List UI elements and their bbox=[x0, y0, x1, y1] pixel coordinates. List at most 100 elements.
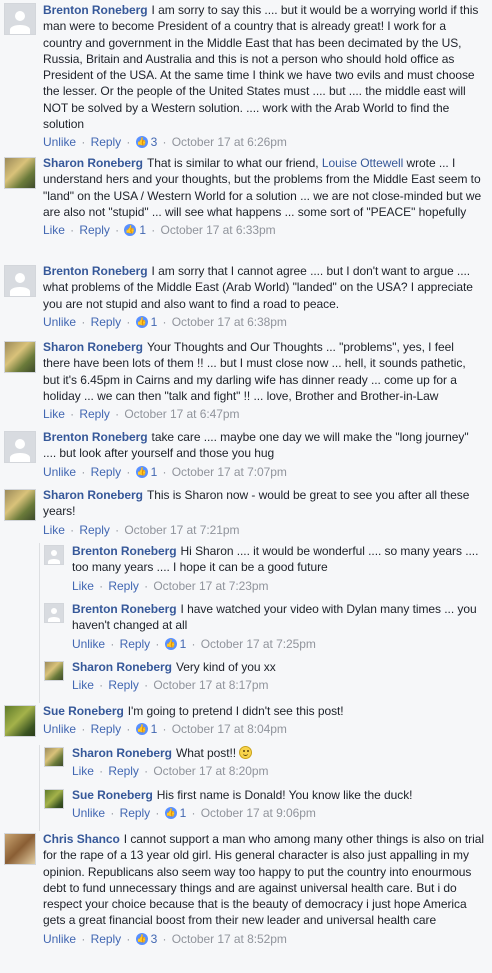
like-count-value: 3 bbox=[150, 135, 158, 150]
reply-button[interactable]: Reply bbox=[108, 678, 138, 692]
avatar[interactable] bbox=[4, 705, 36, 737]
comment-meta: Like · Reply · October 17 at 8:20pm bbox=[72, 763, 484, 779]
comment-author[interactable]: Brenton Roneberg bbox=[43, 3, 148, 17]
comment-timestamp[interactable]: October 17 at 8:20pm bbox=[153, 764, 268, 778]
avatar[interactable] bbox=[44, 661, 64, 681]
reply-button[interactable]: Reply bbox=[108, 764, 138, 778]
separator: · bbox=[151, 223, 156, 238]
separator: · bbox=[81, 931, 86, 946]
comment-author[interactable]: Chris Shanco bbox=[43, 832, 120, 846]
comment-author[interactable]: Brenton Roneberg bbox=[72, 544, 177, 558]
like-button[interactable]: Like bbox=[43, 223, 65, 237]
avatar[interactable] bbox=[44, 789, 64, 809]
comment-timestamp[interactable]: October 17 at 7:21pm bbox=[124, 523, 239, 537]
separator: · bbox=[115, 223, 120, 238]
avatar[interactable] bbox=[44, 603, 64, 623]
separator: · bbox=[162, 314, 167, 329]
comment-author[interactable]: Brenton Roneberg bbox=[43, 430, 148, 444]
unlike-button[interactable]: Unlike bbox=[72, 637, 105, 651]
reply-button[interactable]: Reply bbox=[79, 523, 109, 537]
reply-button[interactable]: Reply bbox=[91, 315, 121, 329]
comment-timestamp[interactable]: October 17 at 6:38pm bbox=[172, 315, 287, 329]
unlike-button[interactable]: Unlike bbox=[43, 722, 76, 736]
like-button[interactable]: Like bbox=[43, 407, 65, 421]
reply-button[interactable]: Reply bbox=[91, 465, 121, 479]
avatar[interactable] bbox=[4, 157, 36, 189]
comment-author[interactable]: Brenton Roneberg bbox=[43, 264, 148, 278]
comment-timestamp[interactable]: October 17 at 9:06pm bbox=[201, 806, 316, 820]
like-count-value: 1 bbox=[139, 223, 146, 238]
reply-button[interactable]: Reply bbox=[120, 806, 150, 820]
separator: · bbox=[115, 522, 120, 537]
separator: · bbox=[99, 678, 104, 693]
avatar[interactable] bbox=[44, 545, 64, 565]
avatar[interactable] bbox=[44, 747, 64, 767]
comment-body: Sharon Roneberg Your Thoughts and Our Tho… bbox=[43, 339, 484, 422]
like-count[interactable]: 1 bbox=[164, 637, 186, 651]
separator: · bbox=[99, 764, 104, 779]
comment-timestamp[interactable]: October 17 at 7:23pm bbox=[153, 579, 268, 593]
reply-button[interactable]: Reply bbox=[79, 223, 109, 237]
comment-author[interactable]: Sharon Roneberg bbox=[43, 340, 143, 354]
like-count[interactable]: 1 bbox=[135, 315, 157, 329]
comment-author[interactable]: Sue Roneberg bbox=[72, 788, 153, 802]
separator: · bbox=[162, 931, 167, 946]
comment-timestamp[interactable]: October 17 at 8:04pm bbox=[172, 722, 287, 736]
comment-author[interactable]: Sharon Roneberg bbox=[72, 746, 172, 760]
unlike-button[interactable]: Unlike bbox=[43, 932, 76, 946]
comment-timestamp[interactable]: October 17 at 8:17pm bbox=[153, 678, 268, 692]
reply-button[interactable]: Reply bbox=[91, 135, 121, 149]
avatar[interactable] bbox=[4, 489, 36, 521]
unlike-button[interactable]: Unlike bbox=[43, 315, 76, 329]
like-count[interactable]: 1 bbox=[135, 465, 157, 479]
comment-meta: Like · Reply · October 17 at 6:47pm bbox=[43, 406, 484, 422]
comment-timestamp[interactable]: October 17 at 8:52pm bbox=[172, 932, 287, 946]
like-button[interactable]: Like bbox=[72, 764, 94, 778]
reply-button[interactable]: Reply bbox=[120, 637, 150, 651]
reply-button[interactable]: Reply bbox=[91, 932, 121, 946]
avatar[interactable] bbox=[4, 431, 36, 463]
comment-author[interactable]: Brenton Roneberg bbox=[72, 602, 177, 616]
comment-author[interactable]: Sharon Roneberg bbox=[43, 488, 143, 502]
comment-author[interactable]: Sue Roneberg bbox=[43, 704, 124, 718]
separator: · bbox=[162, 135, 167, 150]
reply: Sharon Roneberg What post!! Like · Reply … bbox=[44, 745, 492, 787]
unlike-button[interactable]: Unlike bbox=[72, 806, 105, 820]
reply-button[interactable]: Reply bbox=[79, 407, 109, 421]
comment-text: I am sorry to say this .... but it would… bbox=[43, 3, 479, 132]
separator: · bbox=[144, 678, 149, 693]
avatar[interactable] bbox=[4, 833, 36, 865]
separator: · bbox=[70, 223, 75, 238]
comment-body: Brenton Roneberg Hi Sharon .... it would … bbox=[72, 543, 484, 594]
avatar[interactable] bbox=[4, 341, 36, 373]
like-button[interactable]: Like bbox=[72, 579, 94, 593]
avatar[interactable] bbox=[4, 265, 36, 297]
like-count[interactable]: 3 bbox=[135, 932, 157, 946]
unlike-button[interactable]: Unlike bbox=[43, 465, 76, 479]
like-button[interactable]: Like bbox=[43, 523, 65, 537]
like-count[interactable]: 1 bbox=[135, 722, 157, 736]
comment-meta: Like · Reply · October 17 at 8:17pm bbox=[72, 677, 484, 693]
unlike-button[interactable]: Unlike bbox=[43, 135, 76, 149]
comment-timestamp[interactable]: October 17 at 6:26pm bbox=[172, 135, 287, 149]
comment-timestamp[interactable]: October 17 at 6:33pm bbox=[161, 223, 276, 237]
like-button[interactable]: Like bbox=[72, 678, 94, 692]
like-count[interactable]: 3 bbox=[135, 135, 158, 150]
comment-timestamp[interactable]: October 17 at 6:47pm bbox=[124, 407, 239, 421]
reply-button[interactable]: Reply bbox=[108, 579, 138, 593]
comment-author[interactable]: Sharon Roneberg bbox=[72, 660, 172, 674]
separator: · bbox=[144, 764, 149, 779]
comment-author[interactable]: Sharon Roneberg bbox=[43, 156, 143, 170]
mention-link[interactable]: Louise Ottewell bbox=[322, 156, 403, 170]
comment-timestamp[interactable]: October 17 at 7:25pm bbox=[201, 637, 316, 651]
reply-button[interactable]: Reply bbox=[91, 722, 121, 736]
smile-icon bbox=[239, 746, 253, 759]
comment-body: Sue Roneberg I'm going to pretend I didn'… bbox=[43, 703, 484, 738]
avatar[interactable] bbox=[4, 3, 36, 35]
like-count[interactable]: 1 bbox=[164, 806, 186, 820]
comment-timestamp[interactable]: October 17 at 7:07pm bbox=[172, 465, 287, 479]
like-icon bbox=[135, 932, 148, 945]
comment-body: Chris Shanco I cannot support a man who a… bbox=[43, 831, 484, 947]
comment-body: Brenton Roneberg I am sorry to say this .… bbox=[43, 2, 484, 151]
like-count[interactable]: 1 bbox=[124, 223, 146, 237]
